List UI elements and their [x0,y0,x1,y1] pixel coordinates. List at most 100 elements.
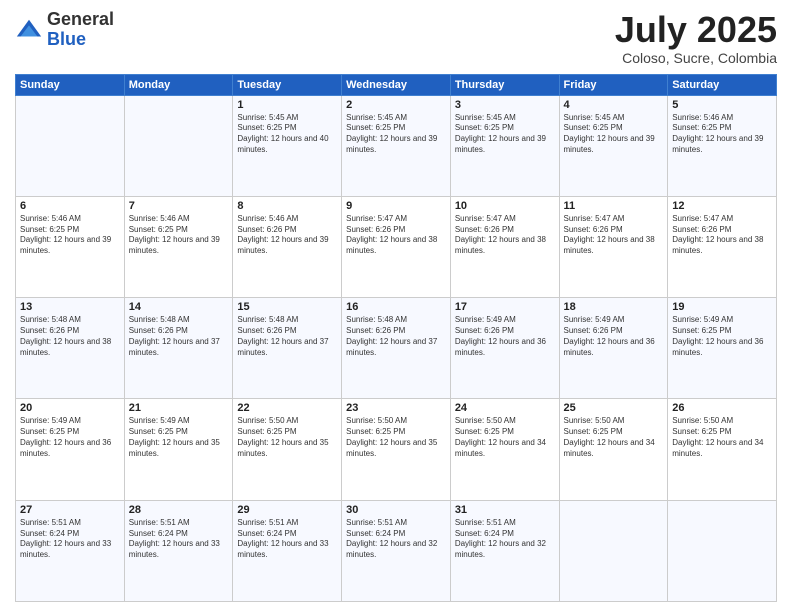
calendar-day-cell: 25 Sunrise: 5:50 AM Sunset: 6:25 PM Dayli… [559,399,668,500]
calendar-day-cell: 20Sunrise: 5:49 AM Sunset: 6:25 PM Dayli… [16,399,125,500]
calendar-day-cell: 3 Sunrise: 5:45 AM Sunset: 6:25 PM Daylig… [450,95,559,196]
calendar-day-cell: 21 Sunrise: 5:49 AM Sunset: 6:25 PM Dayli… [124,399,233,500]
day-number: 26 [672,402,772,414]
calendar-day-cell: 26Sunrise: 5:50 AM Sunset: 6:25 PM Dayli… [668,399,777,500]
calendar-week-row: 20Sunrise: 5:49 AM Sunset: 6:25 PM Dayli… [16,399,777,500]
day-number: 16 [346,301,446,313]
day-info: Sunrise: 5:50 AM Sunset: 6:25 PM Dayligh… [564,416,664,459]
calendar-day-cell [668,500,777,601]
calendar-day-cell: 2 Sunrise: 5:45 AM Sunset: 6:25 PM Daylig… [342,95,451,196]
day-number: 18 [564,301,664,313]
day-number: 2 [346,99,446,111]
day-info: Sunrise: 5:49 AM Sunset: 6:25 PM Dayligh… [20,416,120,459]
calendar-day-cell: 18Sunrise: 5:49 AM Sunset: 6:26 PM Dayli… [559,298,668,399]
calendar-day-cell [124,95,233,196]
day-of-week-header: Friday [559,74,668,95]
calendar-day-cell: 23 Sunrise: 5:50 AM Sunset: 6:25 PM Dayli… [342,399,451,500]
day-info: Sunrise: 5:49 AM Sunset: 6:26 PM Dayligh… [455,315,555,358]
day-number: 1 [237,99,337,111]
day-info: Sunrise: 5:51 AM Sunset: 6:24 PM Dayligh… [129,518,229,561]
logo: General Blue [15,10,114,50]
day-of-week-header: Wednesday [342,74,451,95]
calendar-day-cell: 31 Sunrise: 5:51 AM Sunset: 6:24 PM Dayli… [450,500,559,601]
calendar-day-cell: 13 Sunrise: 5:48 AM Sunset: 6:26 PM Dayli… [16,298,125,399]
day-info: Sunrise: 5:46 AM Sunset: 6:25 PM Dayligh… [20,214,120,257]
calendar-week-row: 13 Sunrise: 5:48 AM Sunset: 6:26 PM Dayli… [16,298,777,399]
calendar-day-cell: 7 Sunrise: 5:46 AM Sunset: 6:25 PM Daylig… [124,196,233,297]
day-info: Sunrise: 5:46 AM Sunset: 6:26 PM Dayligh… [237,214,337,257]
day-number: 11 [564,200,664,212]
calendar-day-cell: 27 Sunrise: 5:51 AM Sunset: 6:24 PM Dayli… [16,500,125,601]
day-number: 30 [346,504,446,516]
location: Coloso, Sucre, Colombia [615,50,777,66]
day-info: Sunrise: 5:48 AM Sunset: 6:26 PM Dayligh… [129,315,229,358]
day-info: Sunrise: 5:51 AM Sunset: 6:24 PM Dayligh… [455,518,555,561]
day-info: Sunrise: 5:49 AM Sunset: 6:25 PM Dayligh… [129,416,229,459]
calendar-day-cell [559,500,668,601]
calendar-week-row: 6 Sunrise: 5:46 AM Sunset: 6:25 PM Daylig… [16,196,777,297]
day-of-week-header: Tuesday [233,74,342,95]
day-number: 27 [20,504,120,516]
day-info: Sunrise: 5:47 AM Sunset: 6:26 PM Dayligh… [564,214,664,257]
day-number: 7 [129,200,229,212]
day-number: 13 [20,301,120,313]
day-info: Sunrise: 5:48 AM Sunset: 6:26 PM Dayligh… [237,315,337,358]
calendar-page: General Blue July 2025 Coloso, Sucre, Co… [0,0,792,612]
day-info: Sunrise: 5:46 AM Sunset: 6:25 PM Dayligh… [672,113,772,156]
calendar-week-row: 1 Sunrise: 5:45 AM Sunset: 6:25 PM Daylig… [16,95,777,196]
calendar-day-cell: 17 Sunrise: 5:49 AM Sunset: 6:26 PM Dayli… [450,298,559,399]
day-number: 12 [672,200,772,212]
header: General Blue July 2025 Coloso, Sucre, Co… [15,10,777,66]
day-number: 6 [20,200,120,212]
calendar-day-cell: 29Sunrise: 5:51 AM Sunset: 6:24 PM Dayli… [233,500,342,601]
day-number: 22 [237,402,337,414]
day-of-week-header: Saturday [668,74,777,95]
calendar-day-cell: 16 Sunrise: 5:48 AM Sunset: 6:26 PM Dayli… [342,298,451,399]
calendar-day-cell: 8 Sunrise: 5:46 AM Sunset: 6:26 PM Daylig… [233,196,342,297]
calendar-day-cell: 19 Sunrise: 5:49 AM Sunset: 6:25 PM Dayli… [668,298,777,399]
day-number: 15 [237,301,337,313]
day-info: Sunrise: 5:49 AM Sunset: 6:25 PM Dayligh… [672,315,772,358]
day-info: Sunrise: 5:48 AM Sunset: 6:26 PM Dayligh… [20,315,120,358]
day-number: 4 [564,99,664,111]
logo-text: General Blue [47,10,114,50]
calendar-day-cell: 15 Sunrise: 5:48 AM Sunset: 6:26 PM Dayli… [233,298,342,399]
calendar-day-cell: 5Sunrise: 5:46 AM Sunset: 6:25 PM Daylig… [668,95,777,196]
calendar-header-row: SundayMondayTuesdayWednesdayThursdayFrid… [16,74,777,95]
day-number: 17 [455,301,555,313]
day-info: Sunrise: 5:45 AM Sunset: 6:25 PM Dayligh… [346,113,446,156]
calendar-day-cell: 4 Sunrise: 5:45 AM Sunset: 6:25 PM Daylig… [559,95,668,196]
day-number: 3 [455,99,555,111]
day-number: 25 [564,402,664,414]
calendar-day-cell: 22Sunrise: 5:50 AM Sunset: 6:25 PM Dayli… [233,399,342,500]
logo-general: General [47,10,114,30]
day-of-week-header: Monday [124,74,233,95]
calendar-day-cell: 30 Sunrise: 5:51 AM Sunset: 6:24 PM Dayli… [342,500,451,601]
day-number: 14 [129,301,229,313]
day-info: Sunrise: 5:50 AM Sunset: 6:25 PM Dayligh… [346,416,446,459]
day-info: Sunrise: 5:45 AM Sunset: 6:25 PM Dayligh… [455,113,555,156]
calendar-table: SundayMondayTuesdayWednesdayThursdayFrid… [15,74,777,602]
day-info: Sunrise: 5:47 AM Sunset: 6:26 PM Dayligh… [672,214,772,257]
logo-blue: Blue [47,30,114,50]
day-number: 19 [672,301,772,313]
calendar-day-cell [16,95,125,196]
day-info: Sunrise: 5:51 AM Sunset: 6:24 PM Dayligh… [20,518,120,561]
day-info: Sunrise: 5:46 AM Sunset: 6:25 PM Dayligh… [129,214,229,257]
calendar-day-cell: 9 Sunrise: 5:47 AM Sunset: 6:26 PM Daylig… [342,196,451,297]
day-info: Sunrise: 5:47 AM Sunset: 6:26 PM Dayligh… [346,214,446,257]
day-number: 8 [237,200,337,212]
day-info: Sunrise: 5:48 AM Sunset: 6:26 PM Dayligh… [346,315,446,358]
day-number: 31 [455,504,555,516]
day-info: Sunrise: 5:50 AM Sunset: 6:25 PM Dayligh… [455,416,555,459]
calendar-day-cell: 6 Sunrise: 5:46 AM Sunset: 6:25 PM Daylig… [16,196,125,297]
calendar-day-cell: 28Sunrise: 5:51 AM Sunset: 6:24 PM Dayli… [124,500,233,601]
day-info: Sunrise: 5:47 AM Sunset: 6:26 PM Dayligh… [455,214,555,257]
day-number: 21 [129,402,229,414]
day-info: Sunrise: 5:45 AM Sunset: 6:25 PM Dayligh… [564,113,664,156]
day-number: 23 [346,402,446,414]
day-number: 24 [455,402,555,414]
day-info: Sunrise: 5:51 AM Sunset: 6:24 PM Dayligh… [346,518,446,561]
calendar-day-cell: 12 Sunrise: 5:47 AM Sunset: 6:26 PM Dayli… [668,196,777,297]
day-number: 9 [346,200,446,212]
